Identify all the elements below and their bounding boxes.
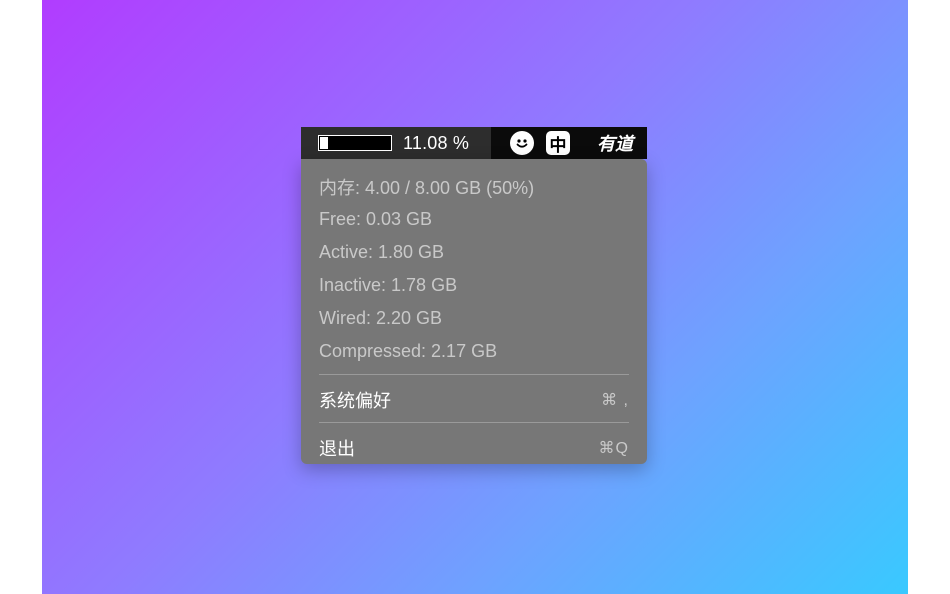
smiley-icon[interactable] (510, 131, 534, 155)
memory-percentage: 11.08 % (403, 132, 470, 153)
quit-label: 退出 (319, 438, 355, 459)
memory-active-item: Active: 1.80 GB (319, 242, 445, 262)
memory-usage-bar (318, 135, 392, 151)
memory-inactive-item: Inactive: 1.78 GB (319, 275, 458, 295)
memory-wired-item: Wired: 2.20 GB (319, 308, 443, 328)
memory-total-item: 内存: 4.00 / 8.00 GB (50%) (319, 177, 535, 198)
memory-usage-fill (320, 137, 328, 149)
menu-separator (319, 422, 629, 423)
preferences-menu-item[interactable]: 系统偏好 ⌘ , (301, 383, 647, 416)
menu-separator (319, 374, 629, 375)
memory-free-item: Free: 0.03 GB (319, 209, 433, 229)
quit-shortcut: ⌘Q (598, 439, 629, 457)
memory-compressed-item: Compressed: 2.17 GB (319, 341, 498, 361)
memory-status-item[interactable]: 11.08 % (301, 127, 491, 159)
quit-menu-item[interactable]: 退出 ⌘Q (301, 431, 647, 464)
youdao-icon[interactable]: 有道 (597, 130, 633, 156)
memory-dropdown-menu: 内存: 4.00 / 8.00 GB (50%) Free: 0.03 GB A… (301, 159, 647, 464)
input-method-icon[interactable]: 中 (546, 131, 570, 156)
preferences-shortcut: ⌘ , (601, 391, 629, 409)
menu-bar: 11.08 % 中 有道 (301, 127, 647, 159)
preferences-label: 系统偏好 (319, 390, 391, 411)
